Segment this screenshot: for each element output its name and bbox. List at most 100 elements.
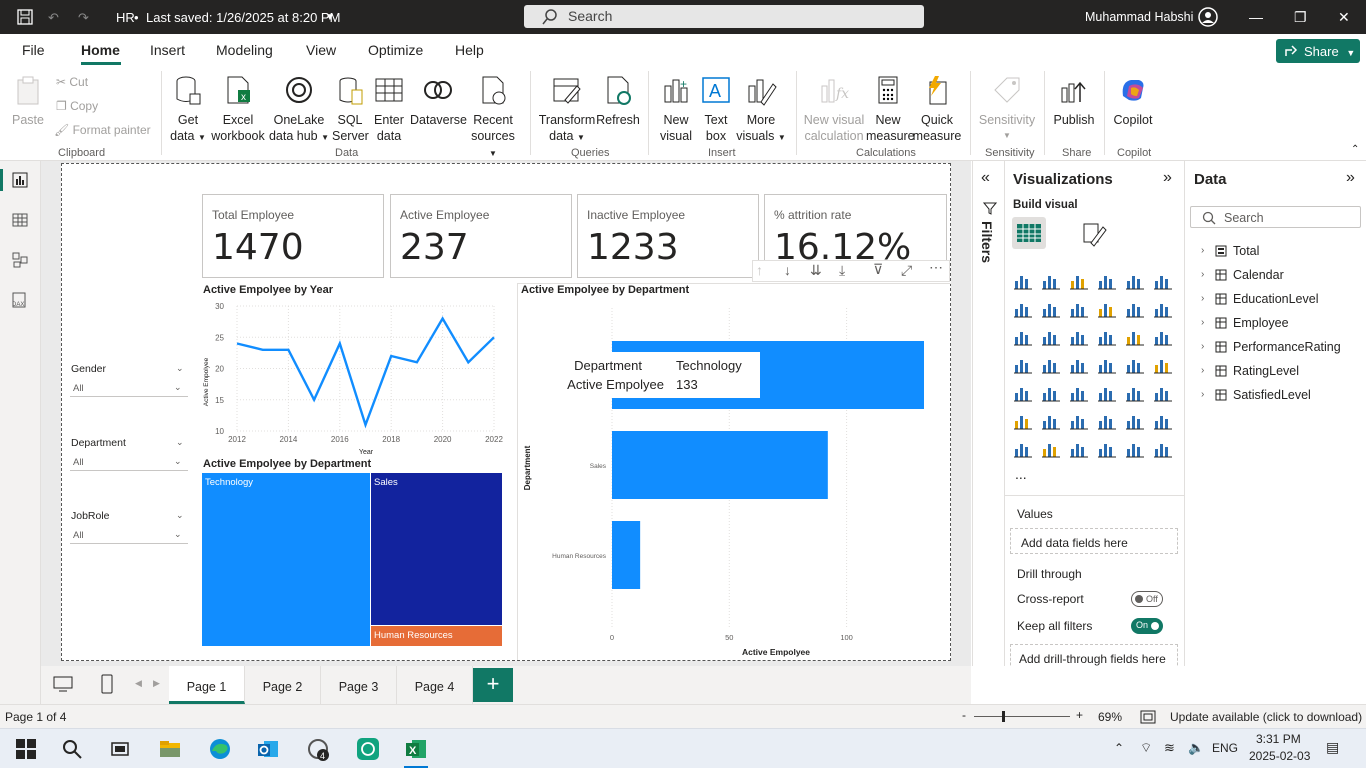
100-area-visual-icon[interactable] <box>1097 299 1117 319</box>
treemap-tile-sales[interactable]: Sales <box>371 473 502 625</box>
tab-file[interactable]: File <box>22 42 45 58</box>
more-visuals-dots[interactable]: ... <box>1015 466 1027 482</box>
slicer-jobrole-dropdown[interactable]: All ⌄ <box>70 528 188 544</box>
collapse-filters-icon[interactable]: « <box>981 169 990 187</box>
100-bar-visual-icon[interactable] <box>1125 271 1145 291</box>
kpi-card-active-employee[interactable]: Active Employee 237 <box>390 194 572 278</box>
whatsapp-icon[interactable]: 4 <box>306 737 330 761</box>
line-series[interactable] <box>236 316 495 429</box>
line-clustered-visual-icon[interactable] <box>1153 299 1173 319</box>
python-visual-icon[interactable] <box>1013 411 1033 431</box>
more-visuals-button[interactable]: More visuals ▼ <box>736 74 786 146</box>
new-measure-button[interactable]: New measure <box>866 74 915 144</box>
undo-icon[interactable]: ↶ <box>48 10 59 26</box>
slicer-visual-icon[interactable] <box>1069 383 1089 403</box>
tab-optimize[interactable]: Optimize <box>368 42 423 58</box>
text-box-button[interactable]: A Text box <box>698 74 734 144</box>
report-view-icon[interactable] <box>12 172 28 188</box>
gauge-visual-icon[interactable] <box>1125 355 1145 375</box>
new-slicer-visual-icon[interactable] <box>1069 439 1089 459</box>
map-visual-icon[interactable] <box>1041 355 1061 375</box>
r-script-visual-icon[interactable] <box>1153 383 1173 403</box>
ribbon-visual-icon[interactable] <box>1013 327 1033 347</box>
azure-map-visual-icon[interactable] <box>1097 355 1117 375</box>
slicer-gender-dropdown[interactable]: All ⌄ <box>70 381 188 397</box>
desktop-layout-icon[interactable] <box>53 676 73 692</box>
mobile-layout-icon[interactable] <box>101 674 113 694</box>
page-tab-4[interactable]: Page 4 <box>397 666 473 704</box>
filled-map-visual-icon[interactable] <box>1069 355 1089 375</box>
sensitivity-button[interactable]: Sensitivity ▼ <box>978 74 1036 144</box>
clock-time[interactable]: 3:31 PM <box>1256 732 1301 746</box>
search-box[interactable]: Search <box>524 5 924 28</box>
goals-visual-icon[interactable] <box>1153 411 1173 431</box>
title-dropdown-icon[interactable]: ▼ <box>325 12 335 23</box>
maximize-icon[interactable]: ❐ <box>1294 9 1307 26</box>
power-apps-visual-icon[interactable] <box>1097 439 1117 459</box>
more-visual-icon[interactable] <box>1153 439 1173 459</box>
excel-taskbar-icon[interactable]: X <box>404 737 428 761</box>
tab-home[interactable]: Home <box>81 42 120 58</box>
kpi-visual-icon[interactable] <box>1041 383 1061 403</box>
slicer-collapse-icon[interactable]: ⌄ <box>176 363 184 374</box>
build-visual-tab[interactable] <box>1012 217 1046 249</box>
collapse-visualizations-icon[interactable]: » <box>1163 169 1172 187</box>
show-hidden-icons[interactable]: ⌃ <box>1114 741 1124 755</box>
treemap-tile-technology[interactable]: Technology <box>202 473 370 646</box>
data-table-item[interactable]: › Calendar <box>1199 267 1359 285</box>
area-visual-icon[interactable] <box>1041 299 1061 319</box>
drill-up-icon[interactable]: ↑ <box>756 262 763 278</box>
matrix-visual-icon[interactable] <box>1125 383 1145 403</box>
collapse-data-icon[interactable]: » <box>1346 169 1355 187</box>
table-visual-icon[interactable] <box>1097 383 1117 403</box>
page-tab-1[interactable]: Page 1 <box>169 666 245 704</box>
page-tab-2[interactable]: Page 2 <box>245 666 321 704</box>
chatgpt-icon[interactable] <box>356 737 380 761</box>
donut-visual-icon[interactable] <box>1153 327 1173 347</box>
sql-server-button[interactable]: SQL Server <box>332 74 369 144</box>
tab-modeling[interactable]: Modeling <box>216 42 273 58</box>
line-visual-icon[interactable] <box>1013 299 1033 319</box>
kpi-card-total-employee[interactable]: Total Employee 1470 <box>202 194 384 278</box>
data-search-input[interactable]: Search <box>1190 206 1361 228</box>
new-visual-button[interactable]: + New visual <box>656 74 696 144</box>
paginated-visual-icon[interactable] <box>1013 439 1033 459</box>
data-table-item[interactable]: › Employee <box>1199 315 1359 333</box>
data-table-item[interactable]: › EducationLevel <box>1199 291 1359 309</box>
slicer-collapse-icon[interactable]: ⌄ <box>176 437 184 448</box>
table-view-icon[interactable] <box>12 212 28 228</box>
collapse-ribbon-icon[interactable]: ⌃ <box>1351 144 1359 155</box>
key-influencers-visual-icon[interactable] <box>1041 411 1061 431</box>
drill-down-icon[interactable]: ↓ <box>784 262 791 278</box>
filter-icon[interactable]: ⊽ <box>873 261 883 278</box>
new-visual-calculation-button[interactable]: fx New visual calculation <box>802 74 866 144</box>
refresh-button[interactable]: Refresh <box>596 74 640 128</box>
save-icon[interactable] <box>17 9 33 25</box>
tab-view[interactable]: View <box>306 42 336 58</box>
edge-icon[interactable] <box>208 737 232 761</box>
cross-report-toggle[interactable]: Off <box>1131 591 1163 607</box>
scroll-right-icon[interactable]: ▶ <box>153 678 160 689</box>
narrative-visual-icon[interactable] <box>1125 411 1145 431</box>
search-icon[interactable] <box>60 737 84 761</box>
kpi-card-inactive-employee[interactable]: Inactive Employee 1233 <box>577 194 759 278</box>
zoom-out-icon[interactable]: - <box>962 708 966 722</box>
user-avatar-icon[interactable] <box>1198 7 1218 27</box>
file-explorer-icon[interactable] <box>158 737 182 761</box>
dataverse-button[interactable]: Dataverse <box>410 74 467 128</box>
qa-visual-icon[interactable] <box>1097 411 1117 431</box>
scroll-left-icon[interactable]: ◀ <box>135 678 142 689</box>
filters-label[interactable]: Filters <box>979 221 995 263</box>
data-table-item[interactable]: › PerformanceRating <box>1199 339 1359 357</box>
pie-visual-icon[interactable] <box>1125 327 1145 347</box>
cut-button[interactable]: ✂ Cut <box>56 75 88 89</box>
focus-mode-icon[interactable]: ⤢ <box>901 262 912 279</box>
page-tab-3[interactable]: Page 3 <box>321 666 397 704</box>
notifications-icon[interactable]: ▤ <box>1326 739 1339 756</box>
stacked-area-visual-icon[interactable] <box>1069 299 1089 319</box>
slicer-department-dropdown[interactable]: All ⌄ <box>70 455 188 471</box>
line-column-visual-icon[interactable] <box>1125 299 1145 319</box>
enter-data-button[interactable]: Enter data <box>370 74 408 144</box>
funnel-visual-icon[interactable] <box>1069 327 1089 347</box>
recent-sources-button[interactable]: Recent sources ▼ <box>466 74 520 162</box>
